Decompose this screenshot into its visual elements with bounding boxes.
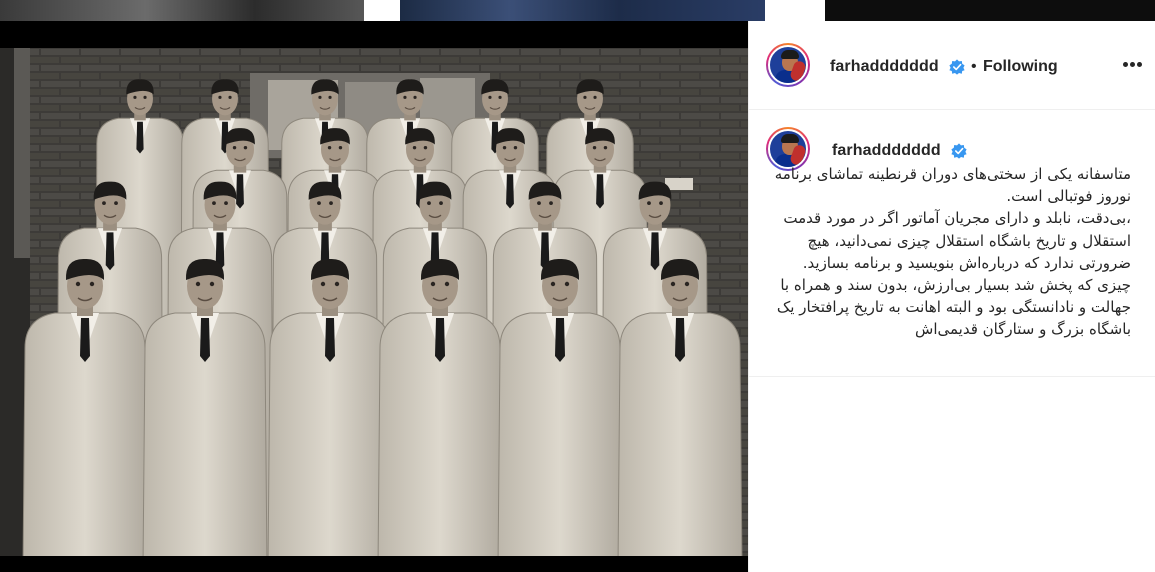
post-photo[interactable] (0, 48, 748, 556)
background-feed-strip (0, 0, 1155, 21)
header-separator: • (971, 58, 977, 75)
more-options-icon[interactable] (1123, 59, 1147, 71)
post-side-panel: farhaddddddd • Following farhaddddddd مت… (748, 21, 1155, 572)
caption-text: متاسفانه یکی از سختی‌های دوران قرنطینه ت… (774, 165, 1131, 339)
background-gap (364, 0, 400, 21)
background-feed-image (400, 0, 765, 21)
background-gap (765, 0, 825, 21)
verified-badge-icon (949, 59, 965, 75)
team-photo-illustration (0, 48, 748, 556)
caption-area: farhaddddddd متاسفانه یکی از سختی‌های دو… (749, 111, 1155, 376)
background-feed-image (0, 0, 364, 21)
panel-divider (749, 376, 1155, 377)
verified-badge-icon (951, 143, 967, 159)
caption-username[interactable]: farhaddddddd (832, 142, 941, 160)
avatar-image (768, 45, 808, 85)
background-feed-image (825, 0, 1155, 21)
profile-avatar[interactable] (766, 43, 810, 87)
header-username[interactable]: farhaddddddd (830, 58, 939, 76)
post-header: farhaddddddd • Following (749, 21, 1155, 110)
following-button[interactable]: Following (983, 58, 1058, 76)
